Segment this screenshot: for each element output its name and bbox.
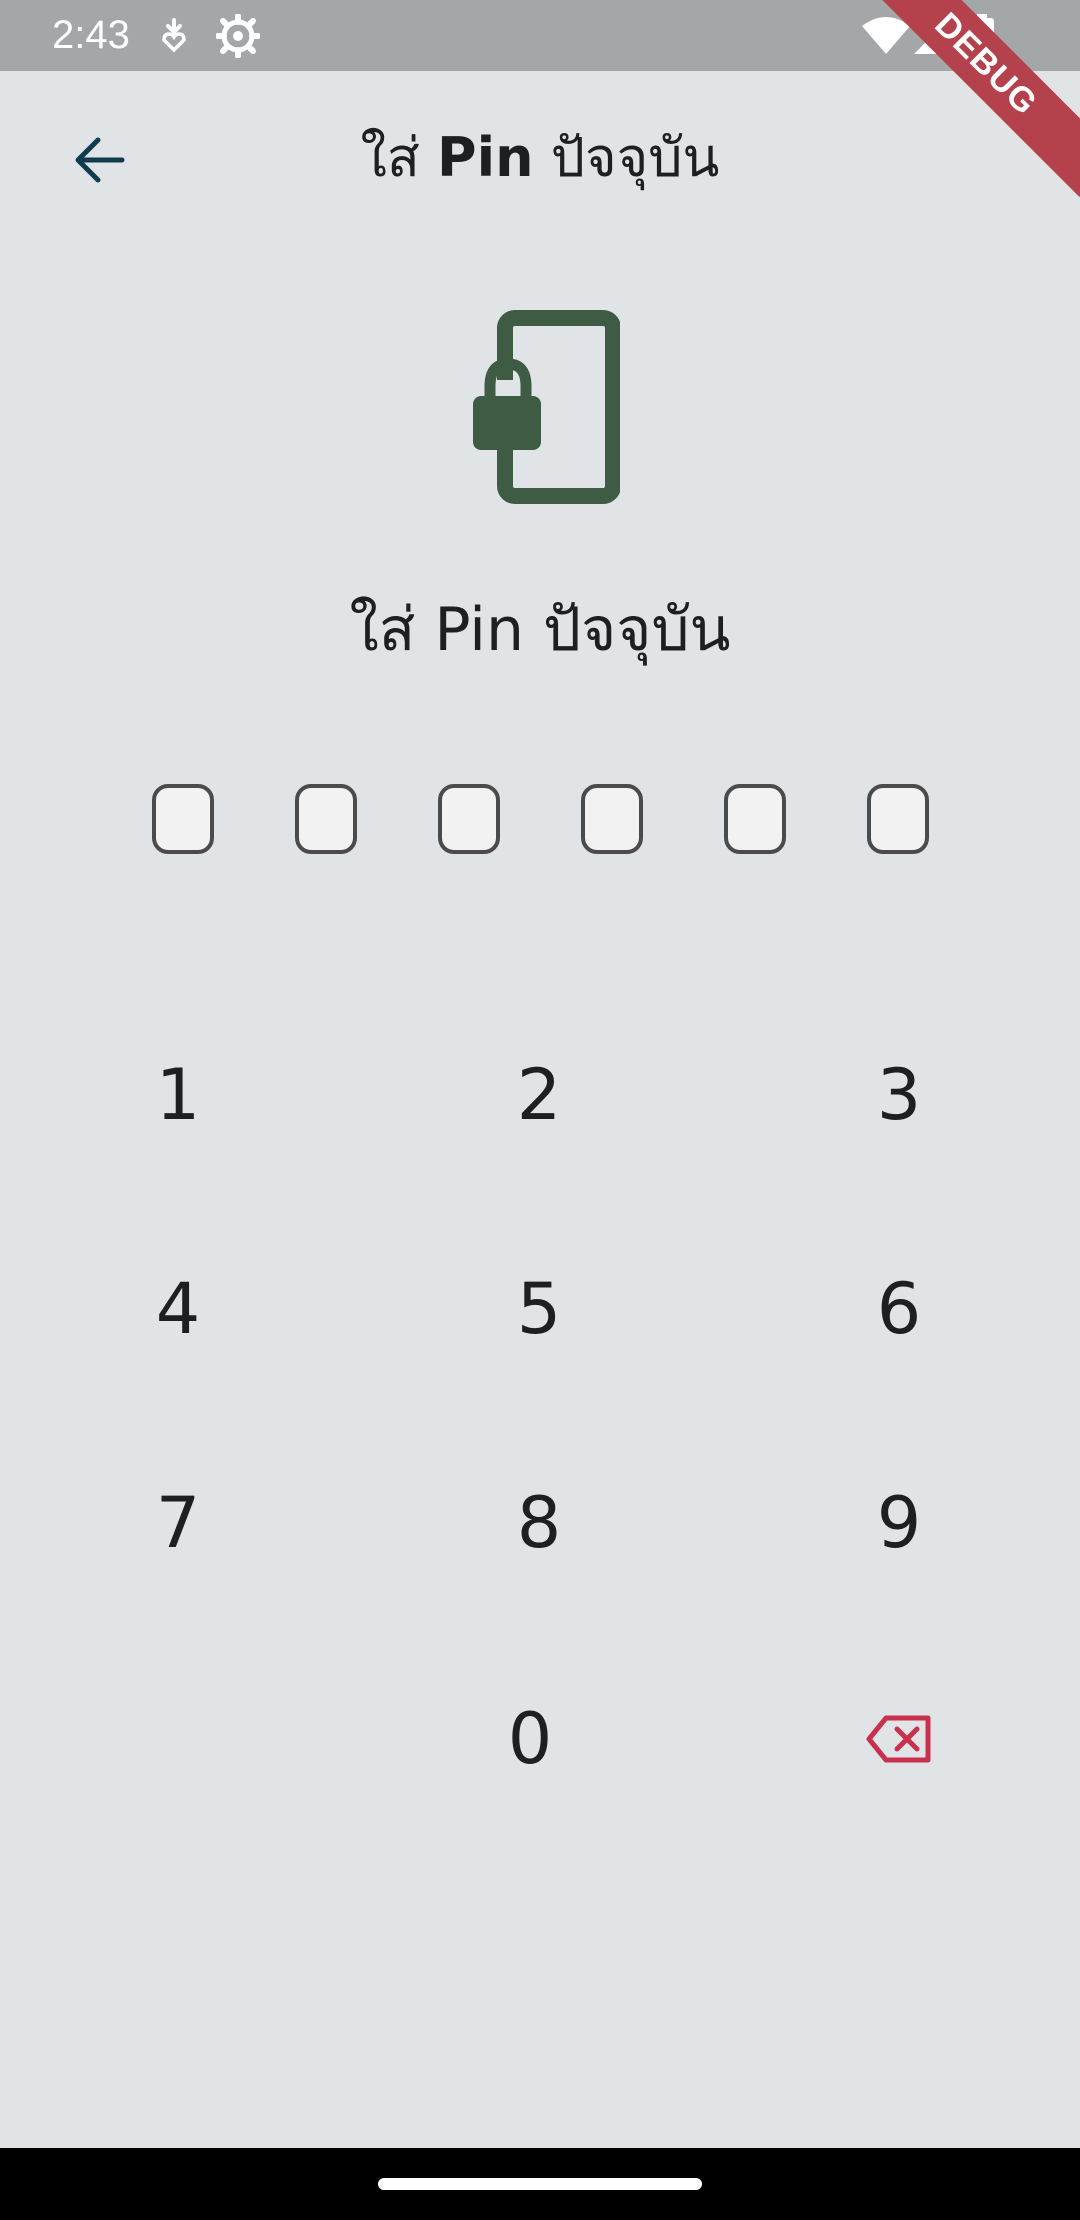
key-1[interactable]: 1	[68, 1020, 288, 1170]
page-title-bold: Pin	[437, 126, 534, 189]
backspace-icon	[866, 1715, 931, 1763]
key-6[interactable]: 6	[789, 1234, 1009, 1384]
pin-digit-box	[152, 784, 214, 854]
status-bar: 2:43 DEBUG	[0, 0, 1080, 197]
pin-digit-box	[724, 784, 786, 854]
wifi-icon	[862, 17, 910, 54]
navigation-bar	[0, 2148, 1080, 2220]
page-title-prefix: ใส่	[360, 126, 438, 189]
key-4[interactable]: 4	[68, 1234, 288, 1384]
page-title: ใส่ Pin ปัจจุบัน	[0, 118, 1080, 198]
page-title-suffix: ปัจจุบัน	[533, 126, 720, 189]
pin-digit-box	[438, 784, 500, 854]
home-indicator[interactable]	[378, 2178, 702, 2190]
pin-digit-box	[867, 784, 929, 854]
phone-lock-icon	[473, 310, 620, 504]
key-0[interactable]: 0	[420, 1664, 640, 1814]
key-9[interactable]: 9	[789, 1448, 1009, 1598]
pin-digit-box	[581, 784, 643, 854]
key-8[interactable]: 8	[429, 1448, 649, 1598]
key-2[interactable]: 2	[429, 1020, 649, 1170]
key-3[interactable]: 3	[789, 1020, 1009, 1170]
status-time: 2:43	[52, 13, 130, 57]
key-7[interactable]: 7	[68, 1448, 288, 1598]
settings-gear-icon	[216, 14, 260, 58]
pin-prompt: ใส่ Pin ปัจจุบัน	[349, 595, 731, 665]
notification-icon	[162, 18, 186, 52]
pin-digit-box	[295, 784, 357, 854]
key-5[interactable]: 5	[429, 1234, 649, 1384]
delete-button[interactable]	[789, 1664, 1009, 1814]
